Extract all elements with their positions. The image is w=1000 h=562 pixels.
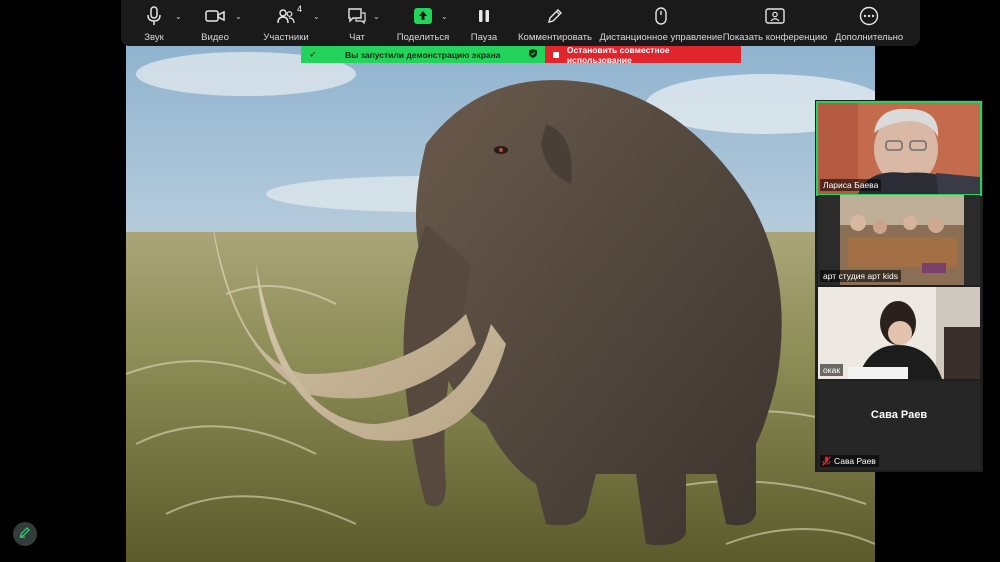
chat-icon [347,4,367,28]
participant-tile[interactable]: арт студия арт kids [818,195,980,285]
chat-button[interactable]: ⌄ Чат [325,0,389,46]
pencil-icon [19,525,31,543]
shield-icon [529,49,537,60]
pause-icon [478,4,490,28]
participants-button[interactable]: 4 ⌄ Участники [247,0,325,46]
share-screen-icon [414,4,432,28]
participant-name: окак [820,364,844,376]
participant-tile[interactable]: Лариса Баева [816,101,982,196]
participants-count: 4 [297,4,303,14]
chevron-down-icon[interactable]: ⌄ [235,12,242,21]
shared-screen [126,44,875,562]
chevron-down-icon[interactable]: ⌄ [175,12,182,21]
meeting-toolbar: ⌄ Звук ⌄ Видео 4 ⌄ Участники ⌄ Чат ⌄ Под… [121,0,920,46]
remote-control-button[interactable]: Дистанционное управление [599,0,723,46]
participant-name: Лариса Баева [820,179,882,191]
grip-icon: ➶ [309,49,317,59]
mouse-icon [655,4,667,28]
stop-icon [553,51,559,58]
chevron-down-icon[interactable]: ⌄ [313,12,320,21]
mammoth-image [126,44,875,562]
sharing-status-text: Вы запустили демонстрацию экрана [345,49,501,60]
participants-icon [277,4,295,28]
share-screen-button[interactable]: ⌄ Поделиться [389,0,457,46]
pause-share-button[interactable]: Пауза [457,0,511,46]
more-button[interactable]: Дополнительно [827,0,911,46]
stop-share-label: Остановить совместное использование [566,44,670,65]
annotate-button[interactable]: Комментировать [511,0,599,46]
muted-microphone-icon [822,456,831,468]
participant-tile[interactable]: окак [818,287,980,379]
more-icon [859,4,879,28]
pencil-icon [547,4,563,28]
participant-name: арт студия арт kids [820,270,902,282]
chevron-down-icon[interactable]: ⌄ [373,12,380,21]
participant-display-name: Сава Раев [870,409,928,421]
participants-video-panel: Лариса Баева арт студия арт kids окак Са… [815,100,983,472]
participant-tile[interactable]: Сава Раев Сава Раев [818,381,980,470]
audio-button[interactable]: ⌄ Звук [125,0,183,46]
microphone-icon [147,4,161,28]
zoom-meeting-window: ⌄ Звук ⌄ Видео 4 ⌄ Участники ⌄ Чат ⌄ Под… [0,0,1000,562]
participant-name: Сава Раев [820,455,879,467]
participant-name-text: Сава Раев [834,456,876,466]
annotate-floating-button[interactable] [13,522,37,546]
video-camera-icon [205,4,225,28]
show-meeting-icon [765,4,785,28]
video-button[interactable]: ⌄ Видео [183,0,247,46]
sharing-status-banner[interactable]: ➶ Вы запустили демонстрацию экрана [301,46,545,63]
chevron-down-icon[interactable]: ⌄ [441,12,448,21]
stop-share-button[interactable]: Остановить совместное использование [545,44,741,65]
show-meeting-button[interactable]: Показать конференцию [723,0,827,46]
